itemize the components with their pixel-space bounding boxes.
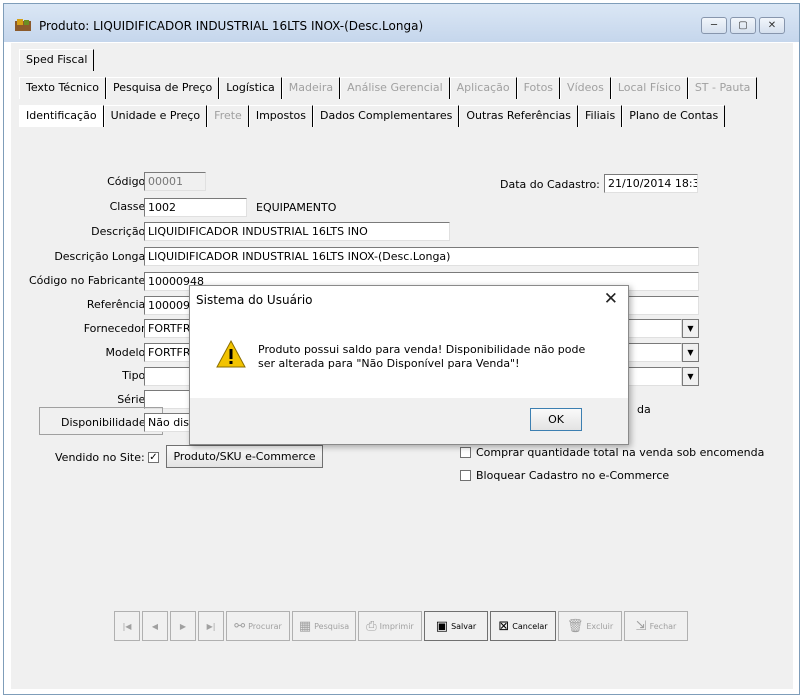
tab-frete: Frete [207,105,249,127]
dialog-message: Produto possui saldo para venda! Disponi… [258,343,608,371]
imprimir-button[interactable]: ⎙ Imprimir [358,611,422,641]
tab-aplicacao: Aplicação [449,77,517,99]
next-record-button[interactable]: ▶ [170,611,196,641]
tab-dados-complementares[interactable]: Dados Complementares [313,105,460,127]
grid-icon: ▦ [298,618,312,634]
bloquear-cadastro-label: Bloquear Cadastro no e-Commerce [476,469,670,482]
warning-icon [216,339,246,368]
procurar-label: Procurar [248,621,282,631]
dialog-title: Sistema do Usuário [196,293,313,307]
tab-filiais[interactable]: Filiais [577,105,623,127]
title-bar[interactable]: Produto: LIQUIDIFICADOR INDUSTRIAL 16LTS… [4,4,799,42]
tab-videos: Vídeos [560,77,611,99]
descricao-label: Descrição: [91,225,149,238]
tab-row-3: Identificação Unidade e Preço Frete Impo… [19,105,726,127]
disponibilidade-label: Disponibilidade: [61,416,150,429]
dialog-message-line-1: Produto possui saldo para venda! Disponi… [258,343,586,356]
bloquear-cadastro-checkbox[interactable] [460,470,471,481]
cancelar-button[interactable]: ⊠ Cancelar [490,611,556,641]
tab-impostos[interactable]: Impostos [248,105,314,127]
codigo-fabricante-label: Código no Fabricante: [28,274,149,287]
comprar-quantidade-checkbox[interactable] [460,447,471,458]
exit-icon: ⇲ [635,618,647,634]
close-window-button[interactable]: ✕ [759,17,785,34]
pesquisa-button[interactable]: ▦ Pesquisa [292,611,356,641]
codigo-label: Código: [107,175,149,188]
classe-description: EQUIPAMENTO [256,201,337,214]
descricao-longa-field[interactable]: LIQUIDIFICADOR INDUSTRIAL 16LTS INOX-(De… [144,247,699,266]
dialog-close-icon[interactable]: ✕ [604,289,618,309]
tab-outras-referencias[interactable]: Outras Referências [459,105,578,127]
binoculars-icon: ⚯ [234,618,246,634]
previous-record-button[interactable]: ◀ [142,611,168,641]
maximize-button[interactable]: ▢ [730,17,756,34]
ok-button[interactable]: OK [530,408,582,431]
tab-row-2: Texto Técnico Pesquisa de Preço Logístic… [19,77,758,99]
dialog-message-line-2: ser alterada para "Não Disponível para V… [258,357,520,370]
partial-hidden-text: da [637,403,651,416]
tab-identificacao[interactable]: Identificação [19,105,104,127]
cancel-x-icon: ⊠ [498,618,510,634]
excluir-button[interactable]: 🗑 Excluir [558,611,622,641]
cancelar-label: Cancelar [512,621,548,631]
dialog-footer: OK [190,398,628,444]
salvar-label: Salvar [451,621,477,631]
tab-unidade-preco[interactable]: Unidade e Preço [103,105,208,127]
tab-plano-contas[interactable]: Plano de Contas [622,105,726,127]
tab-row-1: Sped Fiscal [19,49,95,71]
minimize-button[interactable]: ─ [701,17,727,34]
tab-logistica[interactable]: Logística [219,77,282,99]
product-app-icon [15,19,31,31]
produto-sku-ecommerce-button[interactable]: Produto/SKU e-Commerce [166,445,323,468]
descricao-longa-label: Descrição Longa: [54,250,149,263]
procurar-button[interactable]: ⚯ Procurar [226,611,290,641]
modelo-dropdown-button[interactable]: ▼ [682,343,699,362]
referencia-label: Referência: [86,298,149,311]
navigation-toolbar: |◀ ◀ ▶ ▶| ⚯ Procurar ▦ Pesquisa ⎙ Imprim… [114,609,704,643]
vendido-site-checkbox[interactable]: ✓ [148,452,159,463]
tab-sped-fiscal[interactable]: Sped Fiscal [19,49,95,71]
tab-madeira: Madeira [281,77,341,99]
trash-icon: 🗑 [566,618,584,634]
tab-pesquisa-preco[interactable]: Pesquisa de Preço [105,77,220,99]
imprimir-label: Imprimir [379,621,414,631]
tab-analise-gerencial: Análise Gerencial [340,77,450,99]
fechar-label: Fechar [649,621,677,631]
modelo-label: Modelo: [105,346,149,359]
excluir-label: Excluir [586,621,614,631]
floppy-disk-icon: ▣ [435,618,449,634]
data-cadastro-label: Data do Cadastro: [500,178,600,191]
fornecedor-label: Fornecedor: [83,322,149,335]
classe-field[interactable]: 1002 [144,198,247,217]
pesquisa-label: Pesquisa [314,621,350,631]
salvar-button[interactable]: ▣ Salvar [424,611,488,641]
last-record-button[interactable]: ▶| [198,611,224,641]
first-record-button[interactable]: |◀ [114,611,140,641]
window-title: Produto: LIQUIDIFICADOR INDUSTRIAL 16LTS… [39,19,424,33]
tab-local-fisico: Local Físico [610,77,688,99]
message-dialog: Sistema do Usuário ✕ Produto possui sald… [189,285,629,445]
vendido-site-label: Vendido no Site: [55,451,145,464]
descricao-field[interactable]: LIQUIDIFICADOR INDUSTRIAL 16LTS INO [144,222,450,241]
tab-st-pauta: ST - Pauta [687,77,758,99]
codigo-field[interactable]: 00001 [144,172,206,191]
printer-icon: ⎙ [366,618,377,634]
tipo-dropdown-button[interactable]: ▼ [682,367,699,386]
data-cadastro-field[interactable]: 21/10/2014 18:3 [604,174,698,193]
comprar-quantidade-label: Comprar quantidade total na venda sob en… [476,446,765,459]
tab-texto-tecnico[interactable]: Texto Técnico [19,77,106,99]
tab-fotos: Fotos [516,77,561,99]
fechar-button[interactable]: ⇲ Fechar [624,611,688,641]
fornecedor-dropdown-button[interactable]: ▼ [682,319,699,338]
